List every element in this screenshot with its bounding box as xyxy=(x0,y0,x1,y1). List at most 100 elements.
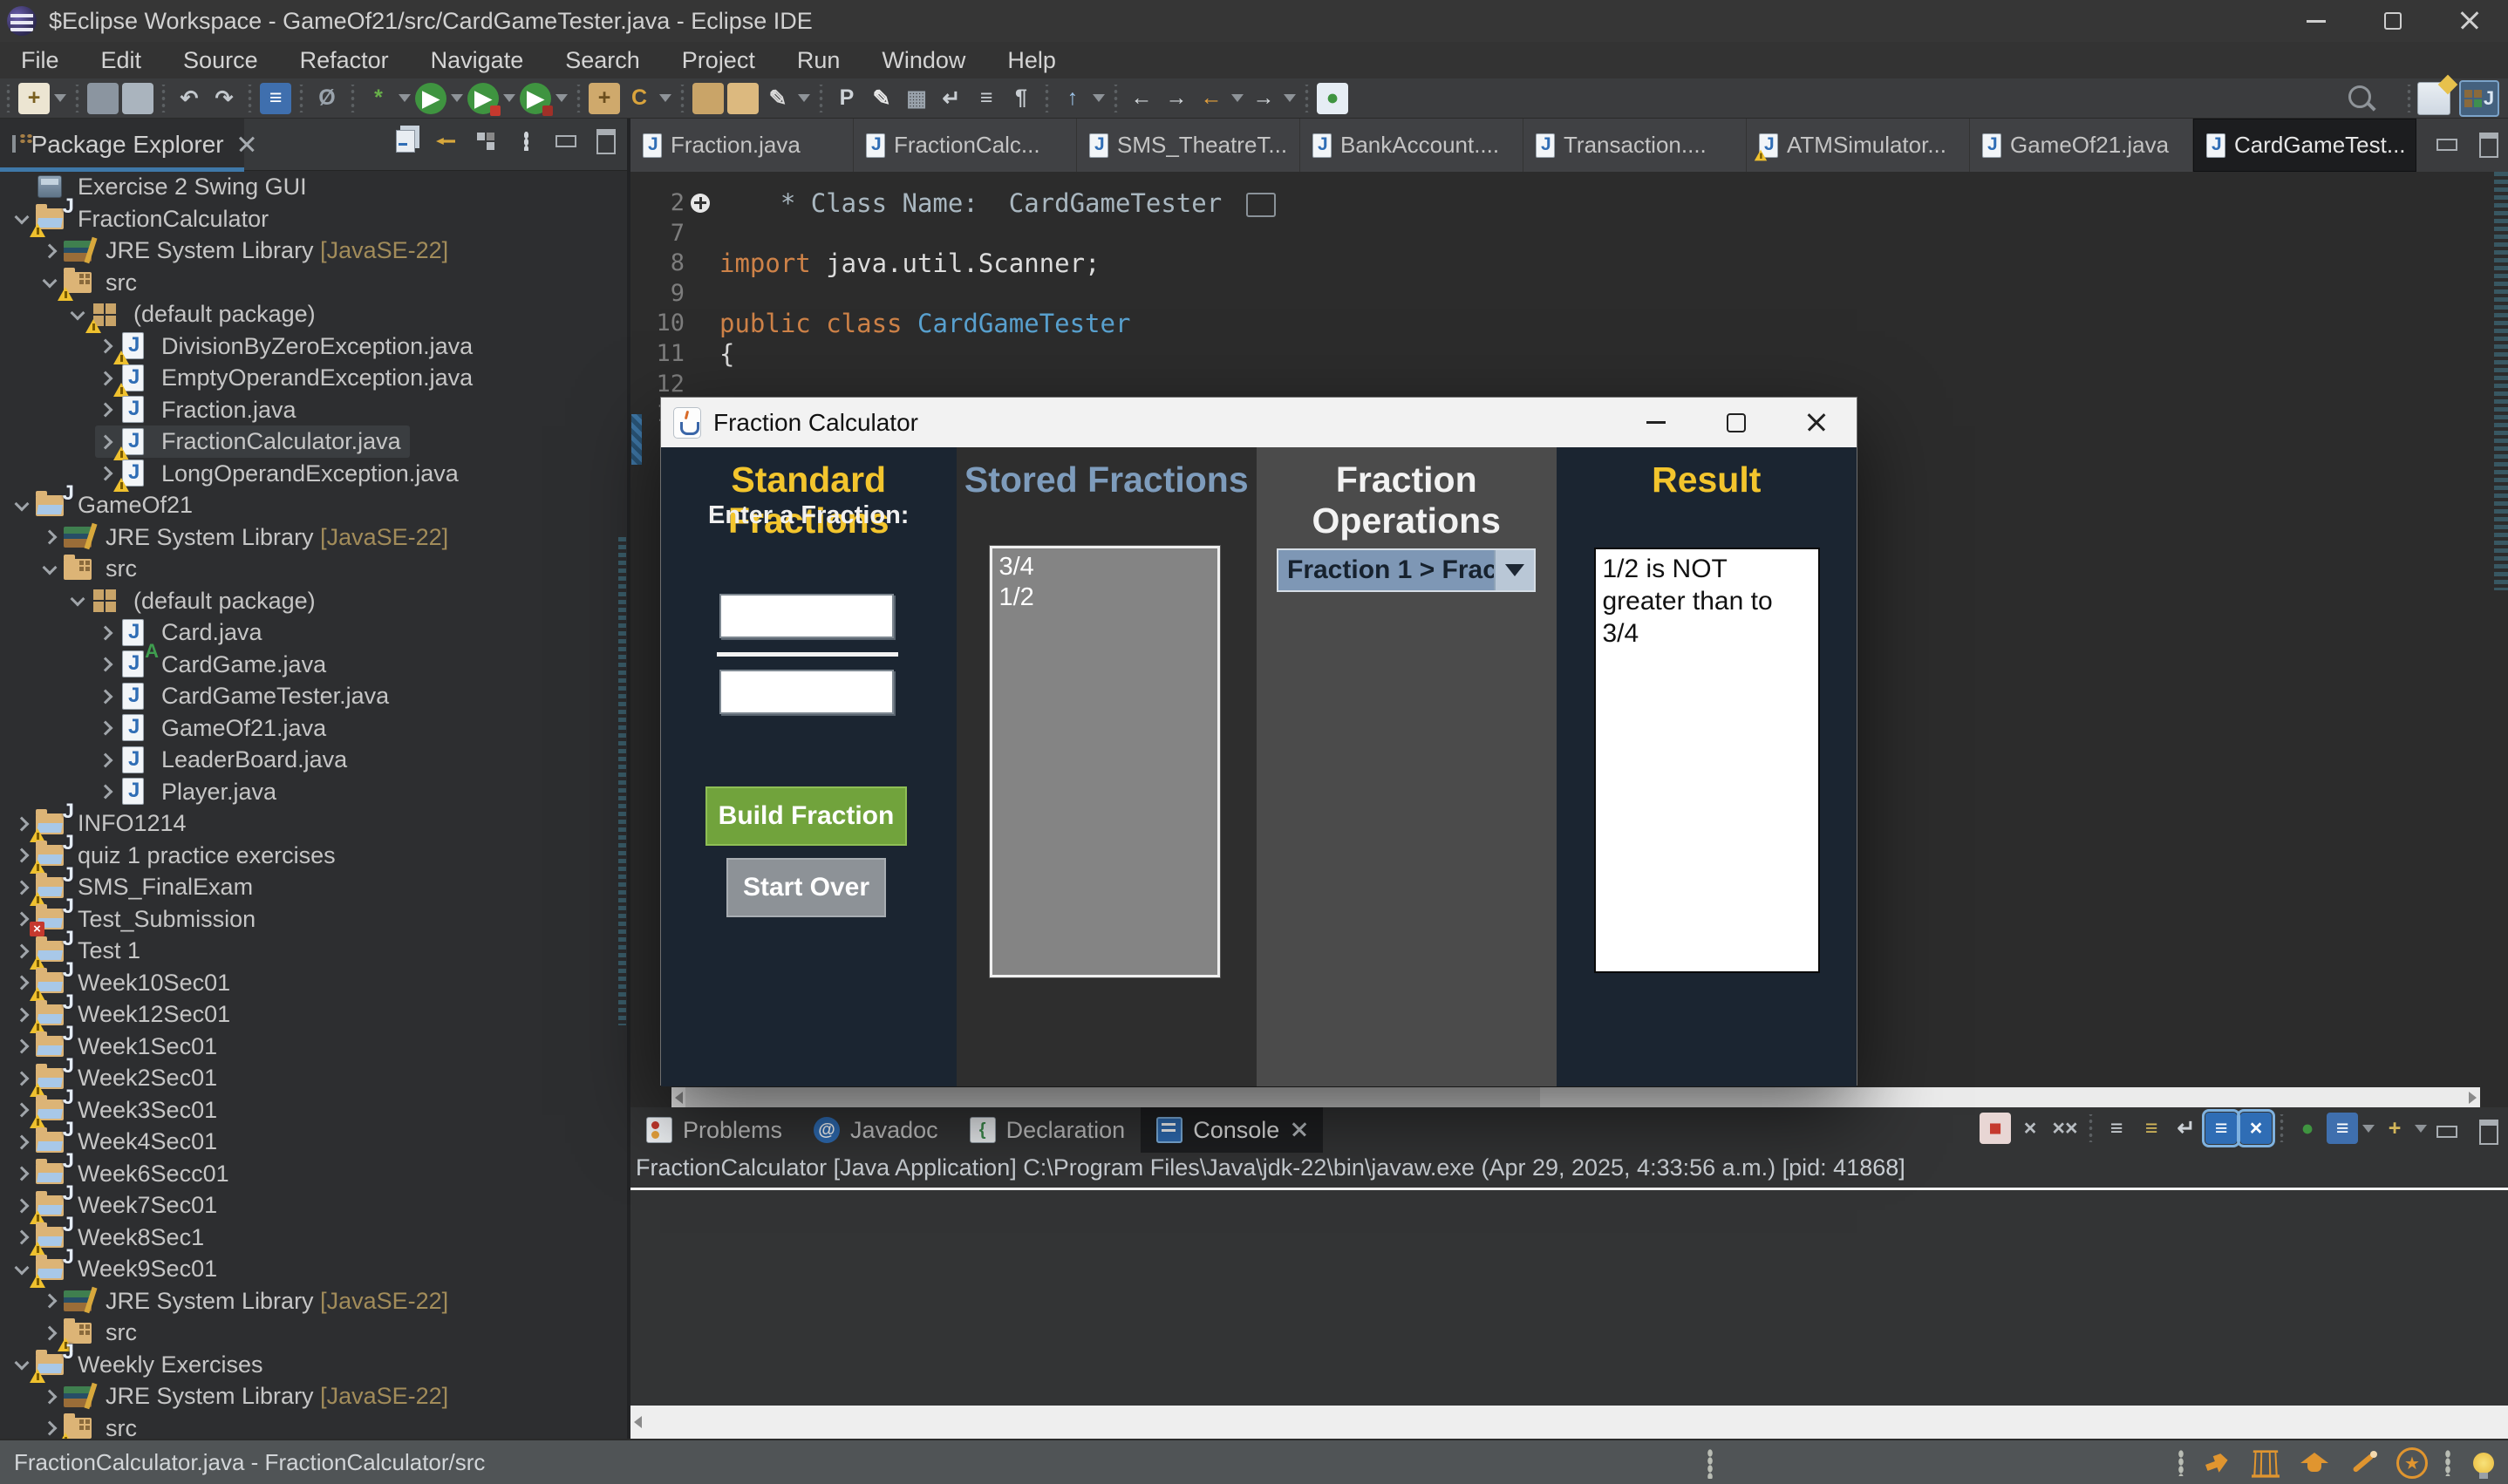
maximize-view-icon[interactable] xyxy=(592,127,620,155)
run-external-icon[interactable]: ▶ xyxy=(520,83,551,114)
minimize-console-icon[interactable] xyxy=(2433,1118,2461,1146)
tree-item-jre-system-library[interactable]: JRE System Library [JavaSE-22] xyxy=(44,1285,448,1317)
scroll-left-icon[interactable] xyxy=(675,1092,683,1104)
view-menu-icon[interactable] xyxy=(512,127,540,155)
tree-item-sms-finalexam[interactable]: JSMS_FinalExam xyxy=(17,871,253,903)
numerator-field[interactable] xyxy=(719,594,894,638)
training-icon[interactable] xyxy=(2299,1447,2330,1479)
forward-history-icon[interactable]: → xyxy=(1161,83,1192,114)
editor-tab-sms-theatret-[interactable]: SMS_TheatreT... xyxy=(1077,119,1300,172)
tree-item-week1sec01[interactable]: JWeek1Sec01 xyxy=(17,1031,217,1063)
show-whitespace-icon[interactable]: ¶ xyxy=(1005,83,1037,114)
editor-tab-transaction-[interactable]: Transaction.... xyxy=(1523,119,1747,172)
chevron-right-icon[interactable] xyxy=(15,880,30,895)
chevron-right-icon[interactable] xyxy=(99,371,113,385)
tree-item-week10sec01[interactable]: JWeek10Sec01 xyxy=(17,967,230,999)
back-history-icon[interactable]: ← xyxy=(1126,83,1157,114)
chevron-right-icon[interactable] xyxy=(15,1167,30,1181)
chevron-down-icon[interactable] xyxy=(15,1260,30,1275)
build-fraction-button[interactable]: Build Fraction xyxy=(705,786,907,846)
new-wizard-icon[interactable]: + xyxy=(18,83,50,114)
dropdown-arrow-icon[interactable] xyxy=(399,94,411,102)
dropdown-arrow-icon[interactable] xyxy=(659,94,671,102)
debug-icon[interactable]: * xyxy=(363,83,394,114)
chevron-right-icon[interactable] xyxy=(15,816,30,831)
chevron-right-icon[interactable] xyxy=(43,1294,58,1309)
tree-item-card-java[interactable]: Card.java xyxy=(100,616,262,649)
menu-run[interactable]: Run xyxy=(776,42,862,78)
tree-item-week8sec1[interactable]: JWeek8Sec1 xyxy=(17,1222,204,1254)
console-tab-console[interactable]: Console xyxy=(1141,1107,1323,1153)
chevron-right-icon[interactable] xyxy=(99,721,113,736)
tree-item-cardgametester-java[interactable]: CardGameTester.java xyxy=(100,680,389,712)
terminate-icon[interactable]: ■ xyxy=(1980,1113,2011,1144)
dropdown-arrow-icon[interactable] xyxy=(798,94,810,102)
editor-horizontal-scrollbar[interactable] xyxy=(671,1087,2480,1107)
collapse-all-icon[interactable] xyxy=(392,127,419,155)
window-maximize-button[interactable] xyxy=(2355,0,2431,42)
tree-item-jre-system-library[interactable]: JRE System Library [JavaSE-22] xyxy=(44,521,448,554)
editor-tab-bankaccount-[interactable]: BankAccount.... xyxy=(1300,119,1523,172)
tree-item-cardgame-java[interactable]: ACardGame.java xyxy=(100,649,326,681)
chevron-right-icon[interactable] xyxy=(15,943,30,958)
stored-fraction-item[interactable]: 1/2 xyxy=(999,582,1210,613)
tour-map-icon[interactable] xyxy=(2250,1447,2281,1479)
menu-help[interactable]: Help xyxy=(986,42,1077,78)
menu-edit[interactable]: Edit xyxy=(80,42,163,78)
result-text-area[interactable]: 1/2 is NOT greater than to 3/4 xyxy=(1594,548,1820,973)
tree-item-week3sec01[interactable]: JWeek3Sec01 xyxy=(17,1094,217,1127)
coverage-icon[interactable]: ▶ xyxy=(467,83,499,114)
tree-item-week2sec01[interactable]: JWeek2Sec01 xyxy=(17,1062,217,1094)
console-tab-problems[interactable]: Problems xyxy=(630,1107,798,1153)
chevron-down-icon[interactable] xyxy=(71,305,85,320)
word-wrap-icon[interactable]: ↵ xyxy=(2171,1113,2202,1144)
search-icon[interactable] xyxy=(2348,85,2375,112)
chevron-right-icon[interactable] xyxy=(15,1071,30,1086)
tree-item-src[interactable]: src xyxy=(44,553,137,585)
tree-item-fractioncalculator-java[interactable]: FractionCalculator.java xyxy=(100,425,401,458)
editor-tab-fraction-java[interactable]: Fraction.java xyxy=(630,119,854,172)
tree-item-divisionbyzeroexception-java[interactable]: DivisionByZeroException.java xyxy=(100,330,473,363)
notifications-icon[interactable] xyxy=(2468,1447,2499,1479)
tree-item-emptyoperandexception-java[interactable]: EmptyOperandException.java xyxy=(100,362,473,394)
java-perspective-button[interactable] xyxy=(2459,80,2499,117)
type-hierarchy-icon[interactable]: P xyxy=(831,83,862,114)
tree-item-gameof21-java[interactable]: GameOf21.java xyxy=(100,712,326,745)
chevron-down-icon[interactable] xyxy=(15,210,30,225)
tree-item-week6secc01[interactable]: JWeek6Secc01 xyxy=(17,1158,229,1190)
focus-on-active-task-icon[interactable] xyxy=(472,127,500,155)
tree-item-src[interactable]: src xyxy=(44,1317,137,1349)
skip-breakpoints-icon[interactable]: Ø xyxy=(311,83,343,114)
chevron-down-icon[interactable] xyxy=(1494,550,1534,590)
show-on-stderr-icon[interactable]: × xyxy=(2240,1113,2272,1144)
tree-item-weekly-exercises[interactable]: JWeekly Exercises xyxy=(17,1349,263,1381)
wizard-icon[interactable] xyxy=(2348,1447,2379,1479)
chevron-right-icon[interactable] xyxy=(99,466,113,481)
chevron-right-icon[interactable] xyxy=(43,1325,58,1340)
tree-item--default-package-[interactable]: (default package) xyxy=(72,298,316,330)
menu-window[interactable]: Window xyxy=(861,42,986,78)
tree-item-player-java[interactable]: Player.java xyxy=(100,776,276,808)
minimize-view-icon[interactable] xyxy=(552,127,580,155)
remove-all-launches-icon[interactable]: ×× xyxy=(2049,1113,2081,1144)
remove-launch-icon[interactable]: × xyxy=(2014,1113,2046,1144)
chevron-right-icon[interactable] xyxy=(99,752,113,767)
tree-item-src[interactable]: src xyxy=(44,1413,137,1440)
achievements-icon[interactable] xyxy=(2396,1447,2428,1479)
tree-item-test-submission[interactable]: JTest_Submission xyxy=(17,903,256,936)
save-icon[interactable] xyxy=(87,83,119,114)
redo-icon[interactable]: ↷ xyxy=(208,83,240,114)
new-java-project-icon[interactable]: + xyxy=(589,83,620,114)
dialog-maximize-button[interactable] xyxy=(1696,398,1776,447)
menu-source[interactable]: Source xyxy=(162,42,279,78)
scroll-lock-icon[interactable]: ≡ xyxy=(2136,1113,2167,1144)
editor-tab-fractioncalc-[interactable]: FractionCalc... xyxy=(854,119,1077,172)
maximize-editor-icon[interactable] xyxy=(2475,131,2503,159)
annotations-icon[interactable]: ↑ xyxy=(1057,83,1088,114)
build-all-icon[interactable]: C xyxy=(624,83,655,114)
tree-item-exercise-2-swing-gui[interactable]: Exercise 2 Swing GUI xyxy=(17,171,307,203)
console-scroll-left-icon[interactable] xyxy=(634,1416,642,1428)
donate-icon[interactable] xyxy=(2201,1447,2232,1479)
chevron-right-icon[interactable] xyxy=(15,1230,30,1245)
save-all-icon[interactable] xyxy=(122,83,153,114)
